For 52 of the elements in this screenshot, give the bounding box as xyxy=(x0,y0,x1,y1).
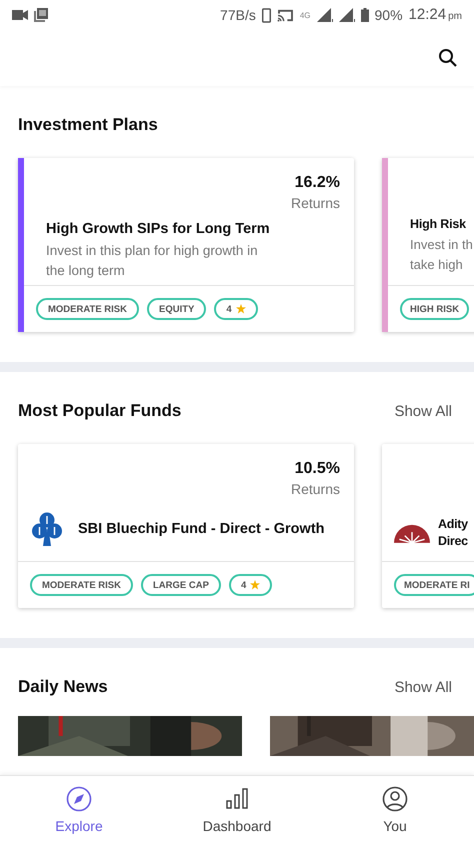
compass-icon xyxy=(66,786,92,812)
nav-tab[interactable]: Dashboard xyxy=(158,776,316,842)
network-type: 4G xyxy=(300,10,311,20)
nav-tab[interactable]: You xyxy=(316,776,474,842)
tag-chip: MODERATE RISK xyxy=(36,298,139,320)
returns-value: 10.5% xyxy=(294,460,340,478)
sunrise-logo-icon xyxy=(394,522,430,544)
tag-chip: EQUITY xyxy=(147,298,206,320)
plan-title: High Growth SIPs for Long Term xyxy=(46,221,271,237)
gallery-icon xyxy=(34,8,48,22)
rating-chip: 4 xyxy=(228,574,272,596)
section-title: Most Popular Funds xyxy=(18,401,182,421)
bar-chart-icon xyxy=(224,786,250,812)
plan-description: the long term xyxy=(46,262,126,280)
plan-title: High Risk xyxy=(410,217,467,231)
section-title: Investment Plans xyxy=(18,115,158,135)
returns-value: 16.2% xyxy=(294,174,340,192)
video-camera-icon xyxy=(12,10,28,20)
plan-description: take high xyxy=(410,256,464,274)
network-speed: 77B/s xyxy=(220,7,256,23)
plan-card[interactable]: 16.2% Returns High Growth SIPs for Long Term Invest in this plan for high growth in the long term MODERATE RISK EQUITY 4 xyxy=(18,158,354,332)
tag-chip: MODERATE RISK xyxy=(30,574,133,596)
signal-icon xyxy=(338,8,355,22)
clock-suffix: pm xyxy=(448,11,462,22)
fund-name: Adity xyxy=(438,516,468,533)
tag-chip: LARGE CAP xyxy=(141,574,221,596)
show-all-link[interactable]: Show All xyxy=(394,678,452,696)
star-icon xyxy=(236,304,246,314)
section-title: Daily News xyxy=(18,677,108,697)
battery-icon xyxy=(360,8,369,22)
star-icon xyxy=(250,580,260,590)
fund-name: Direc xyxy=(438,533,468,550)
cast-icon xyxy=(276,8,294,22)
show-all-link[interactable]: Show All xyxy=(394,402,452,420)
signal-icon xyxy=(316,8,333,22)
phone-icon xyxy=(262,8,271,22)
returns-label: Returns xyxy=(290,195,340,211)
tag-chip: MODERATE RI xyxy=(394,574,474,596)
fund-card[interactable]: Adity Direc MODERATE RI xyxy=(382,444,474,608)
plan-description: Invest in this plan for high growth in xyxy=(46,242,259,260)
plan-card[interactable]: High Risk Invest in th take high HIGH RISK xyxy=(382,158,474,332)
plan-description: Invest in th xyxy=(410,236,474,254)
tag-chip: HIGH RISK xyxy=(400,298,470,320)
club-logo-icon xyxy=(32,512,62,546)
nav-tab[interactable]: Explore xyxy=(0,776,158,842)
clock-time: 12:24 xyxy=(408,6,446,23)
fund-name: SBI Bluechip Fund - Direct - Growth xyxy=(78,520,324,538)
rating-chip: 4 xyxy=(214,298,258,320)
profile-icon xyxy=(382,786,408,812)
battery-level: 90% xyxy=(374,7,403,23)
returns-label: Returns xyxy=(290,481,340,497)
fund-card[interactable]: 10.5% Returns SBI Bluechip Fund - Direct - Growth MODERATE RISK LARGE CAP 4 xyxy=(18,444,354,608)
